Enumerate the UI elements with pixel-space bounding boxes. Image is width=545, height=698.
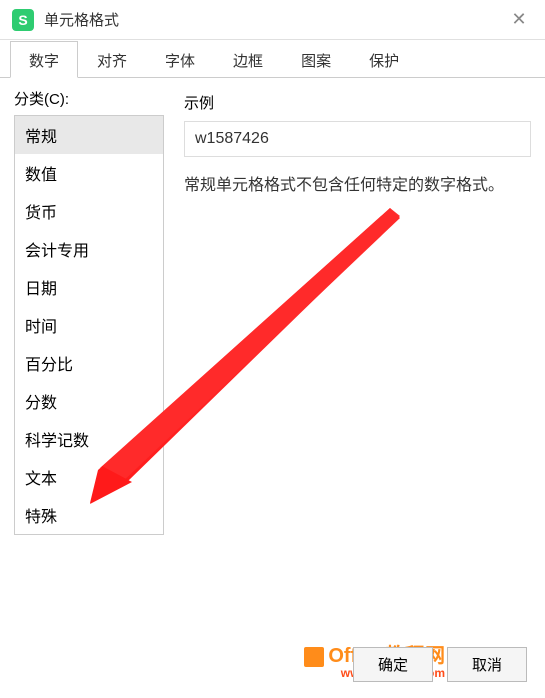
tab-1[interactable]: 对齐: [78, 41, 146, 78]
category-list[interactable]: 常规数值货币会计专用日期时间百分比分数科学记数文本特殊自定义: [14, 115, 164, 535]
example-value: w1587426: [184, 121, 531, 157]
category-item[interactable]: 分数: [15, 382, 163, 420]
category-item[interactable]: 货币: [15, 192, 163, 230]
tabbar: 数字对齐字体边框图案保护: [0, 40, 545, 78]
tab-5[interactable]: 保护: [350, 41, 418, 78]
category-item[interactable]: 时间: [15, 306, 163, 344]
category-item[interactable]: 数值: [15, 154, 163, 192]
category-item[interactable]: 常规: [15, 116, 163, 154]
titlebar: S 单元格格式 ✕: [0, 0, 545, 40]
example-label: 示例: [184, 92, 531, 113]
classification-label: 分类(C):: [14, 88, 164, 109]
format-description: 常规单元格格式不包含任何特定的数字格式。: [184, 173, 531, 199]
category-item[interactable]: 日期: [15, 268, 163, 306]
close-icon[interactable]: ✕: [505, 6, 533, 34]
tab-3[interactable]: 边框: [214, 41, 282, 78]
category-item[interactable]: 科学记数: [15, 420, 163, 458]
category-item[interactable]: 自定义: [15, 534, 163, 535]
content-area: 分类(C): 常规数值货币会计专用日期时间百分比分数科学记数文本特殊自定义 示例…: [0, 78, 545, 648]
tab-2[interactable]: 字体: [146, 41, 214, 78]
category-item[interactable]: 文本: [15, 458, 163, 496]
tab-4[interactable]: 图案: [282, 41, 350, 78]
example-group: 示例 w1587426: [184, 92, 531, 157]
watermark-icon: [304, 647, 324, 667]
ok-button[interactable]: 确定: [353, 647, 433, 682]
left-column: 分类(C): 常规数值货币会计专用日期时间百分比分数科学记数文本特殊自定义: [14, 88, 164, 648]
category-item[interactable]: 会计专用: [15, 230, 163, 268]
category-item[interactable]: 百分比: [15, 344, 163, 382]
app-icon: S: [12, 9, 34, 31]
right-column: 示例 w1587426 常规单元格格式不包含任何特定的数字格式。: [164, 88, 531, 648]
cancel-button[interactable]: 取消: [447, 647, 527, 682]
tab-0[interactable]: 数字: [10, 41, 78, 78]
category-item[interactable]: 特殊: [15, 496, 163, 534]
dialog-footer: 确定 取消: [353, 647, 527, 682]
window-title: 单元格格式: [44, 9, 505, 30]
